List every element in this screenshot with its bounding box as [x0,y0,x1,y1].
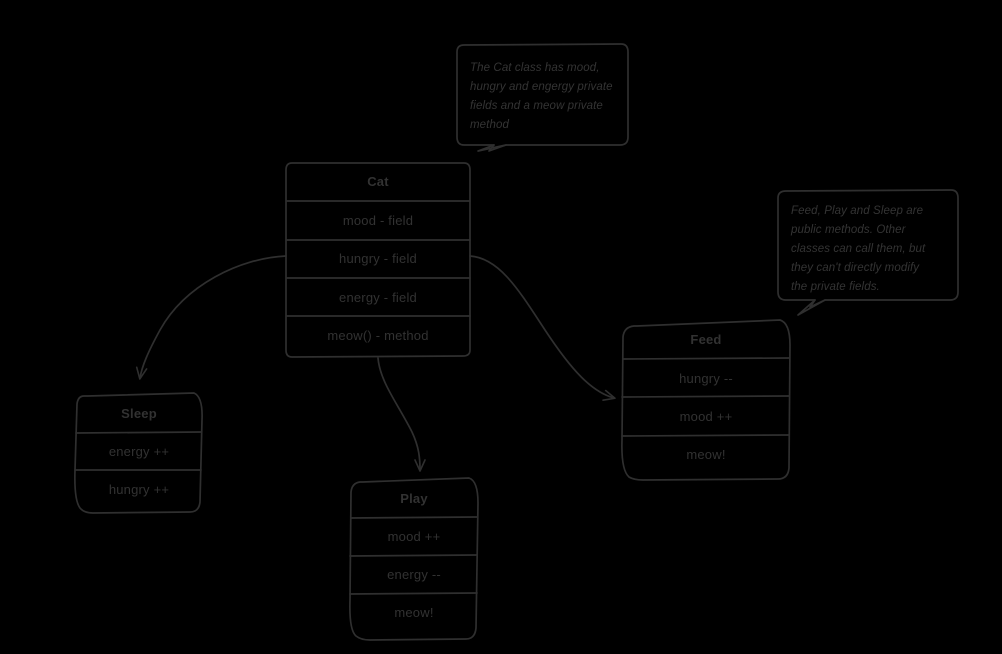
callout-methods-line-1: public methods. Other [791,224,906,236]
callout-methods-line-3: they can't directly modify [791,262,920,274]
callout-cat-line-0: The Cat class has mood, [470,62,600,74]
node-sleep-row-0: energy ++ [108,444,170,459]
node-cat-row-1: hungry - field [339,251,417,266]
callout-methods-line-4: the private fields. [791,281,880,293]
callout-cat-text: The Cat class has mood, hungry and enger… [470,59,622,135]
callout-cat-line-3: method [470,119,509,131]
node-cat-row-3: meow() - method [327,328,429,343]
node-cat-row-2: energy - field [339,290,417,305]
callout-cat-line-1: hungry and engergy private [470,81,613,93]
node-play-row-0: mood ++ [387,529,441,544]
node-play-title: Play [400,491,428,506]
node-cat-row-0: mood - field [342,213,414,228]
diagram-canvas: Cat mood - field hungry - field energy -… [0,0,1002,654]
node-feed-title: Feed [690,332,722,347]
callout-methods-line-0: Feed, Play and Sleep are [791,205,924,217]
node-sleep-title: Sleep [121,406,157,421]
node-sleep-row-1: hungry ++ [108,482,170,497]
connector-cat-to-play [377,357,426,472]
node-play-row-1: energy -- [387,567,441,582]
node-play-row-2: meow! [394,605,434,620]
node-cat-title: Cat [367,174,389,189]
node-feed-row-0: hungry -- [679,371,733,386]
connector-cat-to-feed [469,255,616,401]
callout-cat-line-2: fields and a meow private [470,100,603,112]
node-feed-row-1: mood ++ [679,409,733,424]
node-feed-row-2: meow! [686,447,726,462]
connector-cat-to-sleep [135,255,287,380]
callout-methods-line-2: classes can call them, but [791,243,926,255]
callout-methods-text: Feed, Play and Sleep are public methods.… [791,202,951,297]
